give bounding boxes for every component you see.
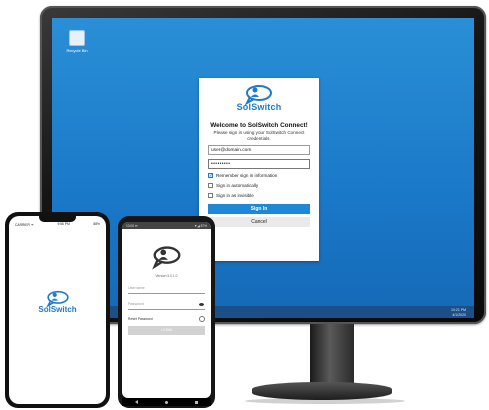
invisible-signin-option[interactable]: Sign in as invisible — [208, 192, 310, 199]
desktop-icon-recycle-bin[interactable]: Recycle Bin — [62, 30, 92, 53]
android-status-left: 10:08 ✉ — [126, 223, 138, 228]
solswitch-logo: SolSwitch — [208, 84, 310, 114]
clock-date: 4/1/2020 — [452, 312, 466, 317]
android-logo — [122, 245, 211, 271]
auto-signin-checkbox[interactable] — [208, 183, 213, 189]
chat-bubble-logo-icon — [151, 246, 180, 270]
logo-wordmark: SolSwitch — [236, 102, 282, 112]
iphone-screen: CARRIER ᯤ 9:56 PM 88% SolSwitch — [9, 216, 106, 404]
android-login-button[interactable]: LOGIN — [128, 326, 205, 335]
android-device: 10:08 ✉ ▼◢ 87% Version 5.0.1.0 Username … — [118, 216, 215, 408]
iphone-status-bar: CARRIER ᯤ 9:56 PM 88% — [9, 222, 106, 228]
desktop-screen: Recycle Bin SolSwitch Welcome to SolSwit… — [52, 18, 474, 318]
recents-icon[interactable] — [194, 400, 198, 404]
android-password-input[interactable]: Password — [128, 300, 205, 310]
password-field[interactable]: ••••••••• — [208, 159, 310, 170]
taskbar — [52, 306, 474, 318]
iphone-logo-wordmark: SolSwitch — [38, 305, 77, 314]
monitor-stand-base — [252, 382, 392, 400]
android-username-input[interactable]: Username — [128, 284, 205, 294]
reset-password-link[interactable]: Reset Password — [128, 317, 153, 321]
eye-icon[interactable] — [199, 303, 204, 306]
remember-checkbox[interactable]: ✓ — [208, 173, 213, 179]
status-time: 9:56 PM — [57, 222, 70, 226]
remember-label: Remember sign in information — [216, 173, 278, 179]
home-icon[interactable] — [164, 400, 168, 404]
remember-signin-option[interactable]: ✓ Remember sign in information — [208, 172, 310, 179]
reset-password-row: Reset Password — [128, 315, 205, 322]
recycle-bin-icon — [69, 30, 85, 46]
clock-time: 10:21 PM — [451, 308, 466, 312]
signin-instructions: Please sign in using your SolSwitch Conn… — [213, 130, 305, 141]
android-status-right: ▼◢ 87% — [194, 223, 207, 228]
auto-signin-option[interactable]: Sign in automatically — [208, 182, 310, 189]
iphone-device: CARRIER ᯤ 9:56 PM 88% SolSwitch — [5, 212, 110, 408]
invisible-checkbox[interactable] — [208, 193, 213, 199]
android-nav-bar — [122, 398, 211, 406]
monitor-stand-neck — [310, 324, 354, 386]
password-placeholder: Password — [128, 302, 144, 306]
android-status-bar: 10:08 ✉ ▼◢ 87% — [122, 222, 211, 229]
welcome-heading: Welcome to SolSwitch Connect! — [210, 122, 308, 129]
battery-label: 88% — [93, 222, 100, 226]
auto-signin-label: Sign in automatically — [216, 183, 259, 189]
desktop-icon-label: Recycle Bin — [66, 48, 88, 53]
gear-icon[interactable] — [199, 315, 205, 322]
cancel-button[interactable]: Cancel — [208, 217, 310, 228]
app-version: Version 5.0.1.0 — [155, 274, 178, 278]
carrier-label: CARRIER ᯤ — [15, 223, 34, 227]
username-field[interactable]: user@domain.com — [208, 145, 310, 156]
back-icon[interactable] — [135, 400, 139, 404]
iphone-splash-logo: SolSwitch — [9, 290, 106, 314]
taskbar-clock[interactable]: 10:21 PM 4/1/2020 — [451, 308, 466, 317]
android-screen: 10:08 ✉ ▼◢ 87% Version 5.0.1.0 Username … — [122, 222, 211, 398]
login-dialog: SolSwitch Welcome to SolSwitch Connect! … — [199, 78, 319, 261]
sign-in-button[interactable]: Sign In — [208, 204, 310, 215]
invisible-label: Sign in as invisible — [216, 193, 254, 199]
